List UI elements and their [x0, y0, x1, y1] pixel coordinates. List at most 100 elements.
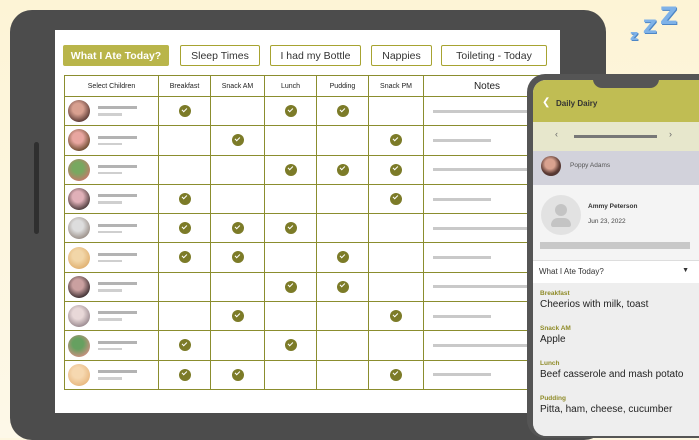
- meal-check-cell[interactable]: [316, 213, 369, 244]
- meal-check-cell[interactable]: [264, 330, 317, 361]
- meal-check-cell[interactable]: [264, 213, 317, 244]
- table-row[interactable]: [64, 213, 551, 244]
- meal-check-cell[interactable]: [158, 271, 211, 303]
- meal-check-cell[interactable]: [210, 95, 265, 127]
- child-cell[interactable]: [64, 271, 159, 303]
- check-icon: [390, 192, 402, 205]
- meal-check-cell[interactable]: [368, 183, 424, 215]
- meal-check-cell[interactable]: [210, 213, 265, 244]
- meal-check-cell[interactable]: [264, 359, 317, 390]
- table-row[interactable]: [64, 271, 551, 303]
- meal-check-cell[interactable]: [264, 183, 317, 215]
- meal-check-cell[interactable]: [316, 301, 369, 332]
- tab-sleep-times[interactable]: Sleep Times: [180, 45, 260, 66]
- meal-check-cell[interactable]: [316, 359, 369, 390]
- child-selector[interactable]: [65, 305, 158, 328]
- meal-check-cell[interactable]: [210, 125, 265, 156]
- meal-check-cell[interactable]: [368, 271, 424, 303]
- meal-breakfast: Breakfast Cheerios with milk, toast: [540, 290, 648, 310]
- meal-check-cell[interactable]: [158, 330, 211, 361]
- child-selector[interactable]: [65, 275, 158, 298]
- child-selector[interactable]: [65, 188, 158, 211]
- meal-check-cell[interactable]: [316, 95, 369, 127]
- meal-check-cell[interactable]: [264, 271, 317, 303]
- meal-check-cell[interactable]: [158, 213, 211, 244]
- tab-bottle[interactable]: I had my Bottle: [270, 45, 361, 66]
- meal-check-cell[interactable]: [158, 154, 211, 185]
- meal-check-cell[interactable]: [264, 242, 317, 273]
- meal-check-cell[interactable]: [210, 359, 265, 390]
- table-row[interactable]: [64, 154, 551, 185]
- table-row[interactable]: [64, 330, 551, 361]
- tab-what-i-ate-today[interactable]: What I Ate Today?: [63, 45, 169, 66]
- child-selector[interactable]: [65, 217, 158, 240]
- child-cell[interactable]: [64, 359, 159, 390]
- table-row[interactable]: [64, 301, 551, 332]
- meal-check-cell[interactable]: [210, 330, 265, 361]
- meal-check-cell[interactable]: [316, 154, 369, 185]
- check-icon: [390, 368, 402, 381]
- child-cell[interactable]: [64, 213, 159, 244]
- child-selector[interactable]: [65, 246, 158, 269]
- meal-check-cell[interactable]: [210, 301, 265, 332]
- meal-check-cell[interactable]: [368, 154, 424, 185]
- back-chevron-icon[interactable]: ❮: [542, 97, 550, 108]
- meal-check-cell[interactable]: [158, 183, 211, 215]
- child-selector[interactable]: [65, 334, 158, 357]
- child-cell[interactable]: [64, 154, 159, 185]
- prev-chevron-icon[interactable]: ‹: [555, 129, 558, 139]
- meal-check-cell[interactable]: [158, 359, 211, 390]
- meal-check-cell[interactable]: [316, 271, 369, 303]
- meal-check-cell[interactable]: [368, 359, 424, 390]
- meal-check-cell[interactable]: [316, 330, 369, 361]
- child-selector[interactable]: [65, 158, 158, 181]
- user-placeholder-icon: [541, 195, 581, 235]
- child-name-placeholder: [98, 340, 137, 351]
- child-cell[interactable]: [64, 301, 159, 332]
- child-cell[interactable]: [64, 125, 159, 156]
- notes-placeholder-bar: [433, 197, 491, 201]
- meal-check-cell[interactable]: [210, 242, 265, 273]
- next-chevron-icon[interactable]: ›: [669, 129, 672, 139]
- meal-check-cell[interactable]: [264, 125, 317, 156]
- child-selector[interactable]: [65, 363, 158, 386]
- meal-check-cell[interactable]: [368, 242, 424, 273]
- meal-check-cell[interactable]: [210, 154, 265, 185]
- meal-check-cell[interactable]: [316, 125, 369, 156]
- meal-check-cell[interactable]: [210, 271, 265, 303]
- table-row[interactable]: [64, 359, 551, 390]
- child-cell[interactable]: [64, 242, 159, 273]
- child-selector[interactable]: [65, 100, 158, 123]
- meal-check-cell[interactable]: [158, 301, 211, 332]
- meal-check-cell[interactable]: [210, 183, 265, 215]
- meal-check-cell[interactable]: [368, 301, 424, 332]
- meal-check-cell[interactable]: [316, 242, 369, 273]
- meal-check-cell[interactable]: [158, 95, 211, 127]
- meal-check-cell[interactable]: [368, 330, 424, 361]
- meal-check-cell[interactable]: [264, 301, 317, 332]
- meal-check-cell[interactable]: [368, 125, 424, 156]
- child-cell[interactable]: [64, 95, 159, 127]
- table-row[interactable]: [64, 242, 551, 273]
- meal-check-cell[interactable]: [368, 95, 424, 127]
- col-snack-am: Snack AM: [210, 75, 265, 97]
- table-row[interactable]: [64, 95, 551, 127]
- meal-check-cell[interactable]: [264, 154, 317, 185]
- child-name-placeholder: [98, 106, 137, 116]
- tab-toileting[interactable]: Toileting - Today: [441, 45, 547, 66]
- child-cell[interactable]: [64, 330, 159, 361]
- meal-check-cell[interactable]: [316, 183, 369, 215]
- table-row[interactable]: [64, 125, 551, 156]
- meal-check-cell[interactable]: [158, 125, 211, 156]
- tab-nappies[interactable]: Nappies: [371, 45, 432, 66]
- selected-child[interactable]: Poppy Adams: [533, 151, 699, 185]
- child-selector[interactable]: [65, 129, 158, 152]
- category-select[interactable]: What I Ate Today? ▼: [533, 260, 699, 284]
- table-row[interactable]: [64, 183, 551, 215]
- meal-value: Cheerios with milk, toast: [540, 299, 649, 310]
- meal-check-cell[interactable]: [264, 95, 317, 127]
- meal-check-cell[interactable]: [368, 213, 424, 244]
- phone-screen: ❮ Daily Dairy ‹ › Poppy Adams Ammy Peter…: [533, 80, 699, 436]
- meal-check-cell[interactable]: [158, 242, 211, 273]
- child-cell[interactable]: [64, 183, 159, 215]
